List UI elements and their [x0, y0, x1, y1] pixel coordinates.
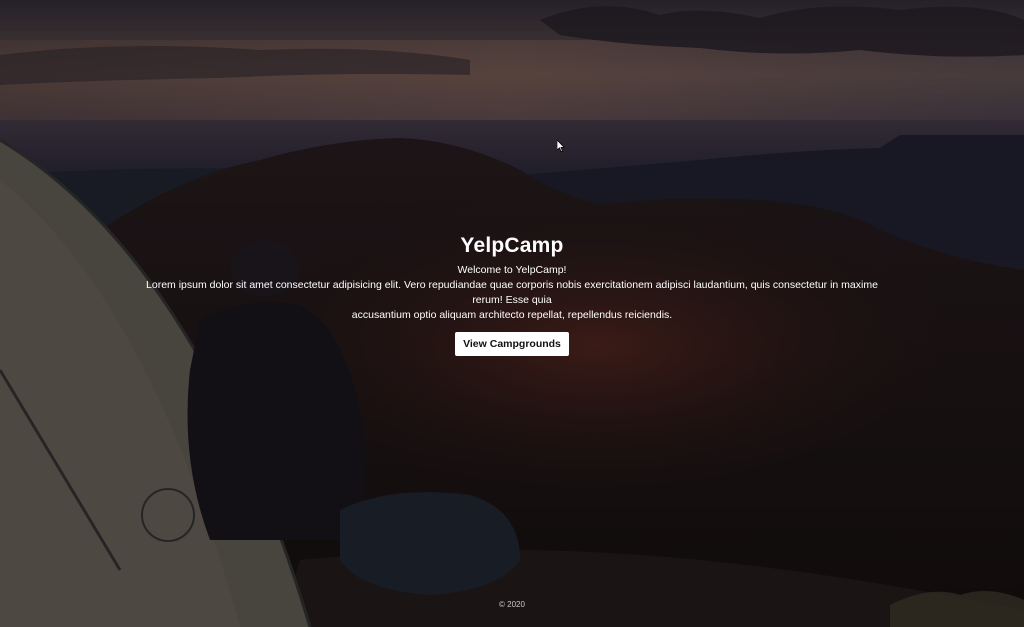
- view-campgrounds-button[interactable]: View Campgrounds: [455, 332, 569, 356]
- description-line-2: accusantium optio aliquam architecto rep…: [351, 309, 673, 321]
- hero-lead: Welcome to YelpCamp! Lorem ipsum dolor s…: [132, 263, 892, 323]
- landing-page: YelpCamp Welcome to YelpCamp! Lorem ipsu…: [0, 0, 1024, 627]
- welcome-text: Welcome to YelpCamp!: [457, 264, 567, 276]
- hero-section: YelpCamp Welcome to YelpCamp! Lorem ipsu…: [0, 232, 1024, 356]
- description-line-1: Lorem ipsum dolor sit amet consectetur a…: [146, 279, 878, 306]
- mouse-cursor-icon: [557, 140, 565, 152]
- footer-copyright: © 2020: [499, 600, 525, 609]
- site-title: YelpCamp: [460, 234, 564, 257]
